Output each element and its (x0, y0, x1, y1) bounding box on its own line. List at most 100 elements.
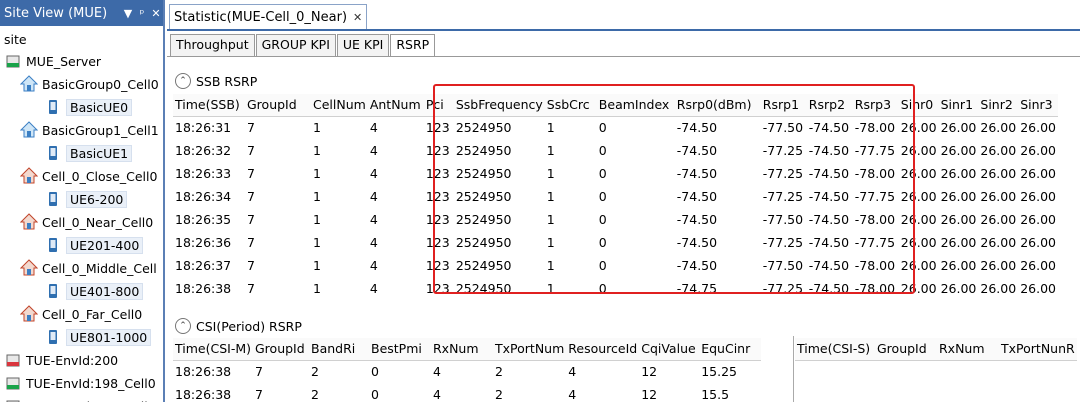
column-header[interactable]: BestPmi (369, 338, 431, 361)
column-header[interactable]: SsbFrequency (453, 94, 545, 117)
phone-icon (44, 98, 62, 116)
tree-item[interactable]: Cell_0_Far_Cell0 (20, 303, 142, 325)
tree-item[interactable]: MUE_Server (4, 50, 101, 72)
table-cell: 4 (369, 143, 378, 158)
column-header[interactable]: BandRi (309, 338, 369, 361)
dropdown-icon[interactable]: ▼ (121, 7, 135, 20)
tree-item[interactable]: TUE-EnvId:196_Cell1 (4, 395, 156, 402)
tree-item-label: UE401-800 (66, 282, 144, 300)
close-icon[interactable]: ✕ (149, 7, 163, 20)
table-cell: 26.00 (940, 212, 977, 227)
column-header[interactable]: GroupId (253, 338, 309, 361)
tree-item-ue[interactable]: UE6-200 (44, 188, 128, 210)
table-cell: 26.00 (980, 189, 1017, 204)
column-header[interactable]: GroupId (245, 94, 311, 117)
tree-item[interactable]: Cell_0_Middle_Cell (20, 257, 157, 279)
column-header[interactable]: SsbCrc (544, 94, 597, 117)
table-row[interactable]: 18:26:31 7 1 4 123 2524950 1 0 -74.50 -77.50 -74.5… (173, 116, 1058, 139)
column-header[interactable]: BeamIndex (596, 94, 675, 117)
table-cell: 12 (641, 387, 658, 402)
tree-item[interactable]: TUE-EnvId:200 (4, 349, 118, 371)
column-header[interactable]: Sinr3 (1018, 94, 1058, 117)
table-cell: -74.50 (808, 212, 850, 227)
column-header[interactable]: RxNum (431, 338, 493, 361)
table-cell: 18:26:38 (175, 364, 232, 380)
column-header[interactable]: TxPortNum (493, 338, 567, 361)
column-header[interactable]: EquCinr (699, 338, 762, 361)
collapse-icon[interactable]: ⌃ (175, 73, 191, 89)
column-header[interactable]: Time(SSB) (173, 94, 245, 117)
table-cell: 18:26:38 (175, 281, 232, 296)
table-cell: 4 (369, 281, 378, 296)
server-icon (4, 397, 22, 402)
column-header[interactable]: Rsrp2 (806, 94, 853, 117)
tree-root[interactable]: site (4, 28, 27, 50)
table-cell: 4 (369, 166, 378, 181)
tab-ue-kpi[interactable]: UE KPI (336, 34, 390, 56)
tree-item-ue[interactable]: BasicUE1 (44, 142, 133, 164)
csi-s-table: Time(CSI-S) GroupId RxNum TxPortNunR (795, 338, 1077, 361)
csi-section-header[interactable]: ⌃ CSI(Period) RSRP (175, 318, 302, 334)
pin-icon[interactable]: ᵖ (135, 7, 149, 20)
tree-item-ue[interactable]: UE801-1000 (44, 326, 152, 348)
column-header[interactable]: RxNum (937, 338, 999, 361)
csi-s-header-row: Time(CSI-S) GroupId RxNum TxPortNunR (795, 338, 1077, 361)
sub-tabs: Throughput GROUP KPI UE KPI RSRP (170, 34, 436, 57)
table-cell: -77.25 (762, 235, 804, 250)
column-header[interactable]: Sinr2 (978, 94, 1019, 117)
column-header[interactable]: Time(CSI-S) (795, 338, 875, 361)
table-row[interactable]: 18:26:36 7 1 4 123 2524950 1 0 -74.50 -77.25 -74.5… (173, 231, 1058, 254)
tree-item[interactable]: BasicGroup1_Cell1 (20, 119, 159, 141)
tree-item[interactable]: Cell_0_Near_Cell0 (20, 211, 153, 233)
phone-icon (44, 282, 62, 300)
table-cell: 1 (313, 281, 321, 296)
column-header[interactable]: AntNum (367, 94, 424, 117)
table-cell: 4 (369, 189, 378, 204)
column-header[interactable]: CellNum (311, 94, 368, 117)
tree-item[interactable]: TUE-EnvId:198_Cell0 (4, 372, 156, 394)
table-cell: 26.00 (980, 120, 1017, 136)
main-area: Statistic(MUE-Cell_0_Near) ✕ Throughput … (167, 0, 1080, 402)
column-header[interactable]: Sinr0 (898, 94, 939, 117)
tree-item-label: Cell_0_Middle_Cell (42, 260, 157, 276)
close-tab-icon[interactable]: ✕ (353, 11, 362, 24)
tree-item[interactable]: Cell_0_Close_Cell0 (20, 165, 157, 187)
table-cell: 123 (425, 143, 450, 158)
table-row[interactable]: 18:26:38 7 2 0 4 2 4 12 15.25 (173, 360, 761, 383)
column-header[interactable]: Time(CSI-M) (173, 338, 253, 361)
column-header[interactable]: Rsrp0(dBm) (674, 94, 761, 117)
column-header[interactable]: Sinr1 (938, 94, 979, 117)
table-cell: -77.25 (762, 189, 804, 204)
tab-rsrp[interactable]: RSRP (390, 34, 436, 57)
collapse-icon[interactable]: ⌃ (175, 318, 191, 334)
tab-throughput[interactable]: Throughput (170, 34, 255, 56)
table-row[interactable]: 18:26:37 7 1 4 123 2524950 1 0 -74.50 -77.50 -74.5… (173, 254, 1058, 277)
table-cell: 26.00 (940, 281, 977, 296)
table-cell: -74.50 (808, 281, 850, 296)
tree-item-ue[interactable]: BasicUE0 (44, 96, 133, 118)
ssb-section-header[interactable]: ⌃ SSB RSRP (175, 73, 257, 89)
table-cell: 26.00 (980, 166, 1017, 181)
table-row[interactable]: 18:26:35 7 1 4 123 2524950 1 0 -74.50 -77.50 -74.5… (173, 208, 1058, 231)
tree-item[interactable]: BasicGroup0_Cell0 (20, 73, 159, 95)
column-header[interactable]: Rsrp1 (760, 94, 807, 117)
table-row[interactable]: 18:26:38 7 2 0 4 2 4 12 15.5 (173, 383, 761, 402)
table-row[interactable]: 18:26:32 7 1 4 123 2524950 1 0 -74.50 -77.25 -74.5… (173, 139, 1058, 162)
column-header[interactable]: TxPortNunR (999, 338, 1077, 361)
tree-item-ue[interactable]: UE401-800 (44, 280, 144, 302)
table-row[interactable]: 18:26:34 7 1 4 123 2524950 1 0 -74.50 -77.25 -74.5… (173, 185, 1058, 208)
table-cell: 18:26:36 (175, 235, 232, 250)
tree-item-ue[interactable]: UE201-400 (44, 234, 144, 256)
table-cell: 7 (247, 212, 255, 227)
column-header[interactable]: CqiValue (639, 338, 700, 361)
table-cell: -74.75 (676, 281, 718, 296)
document-tab[interactable]: Statistic(MUE-Cell_0_Near) ✕ (169, 4, 368, 30)
column-header[interactable]: Pci (423, 94, 454, 117)
column-header[interactable]: GroupId (875, 338, 937, 361)
tree-item-label: UE801-1000 (66, 328, 152, 346)
column-header[interactable]: Rsrp3 (852, 94, 899, 117)
tab-group-kpi[interactable]: GROUP KPI (255, 34, 336, 56)
table-row[interactable]: 18:26:38 7 1 4 123 2524950 1 0 -74.75 -77.25 -74.5… (173, 277, 1058, 300)
column-header[interactable]: ResourceId (566, 338, 640, 361)
table-row[interactable]: 18:26:33 7 1 4 123 2524950 1 0 -74.50 -77.25 -74.5… (173, 162, 1058, 185)
